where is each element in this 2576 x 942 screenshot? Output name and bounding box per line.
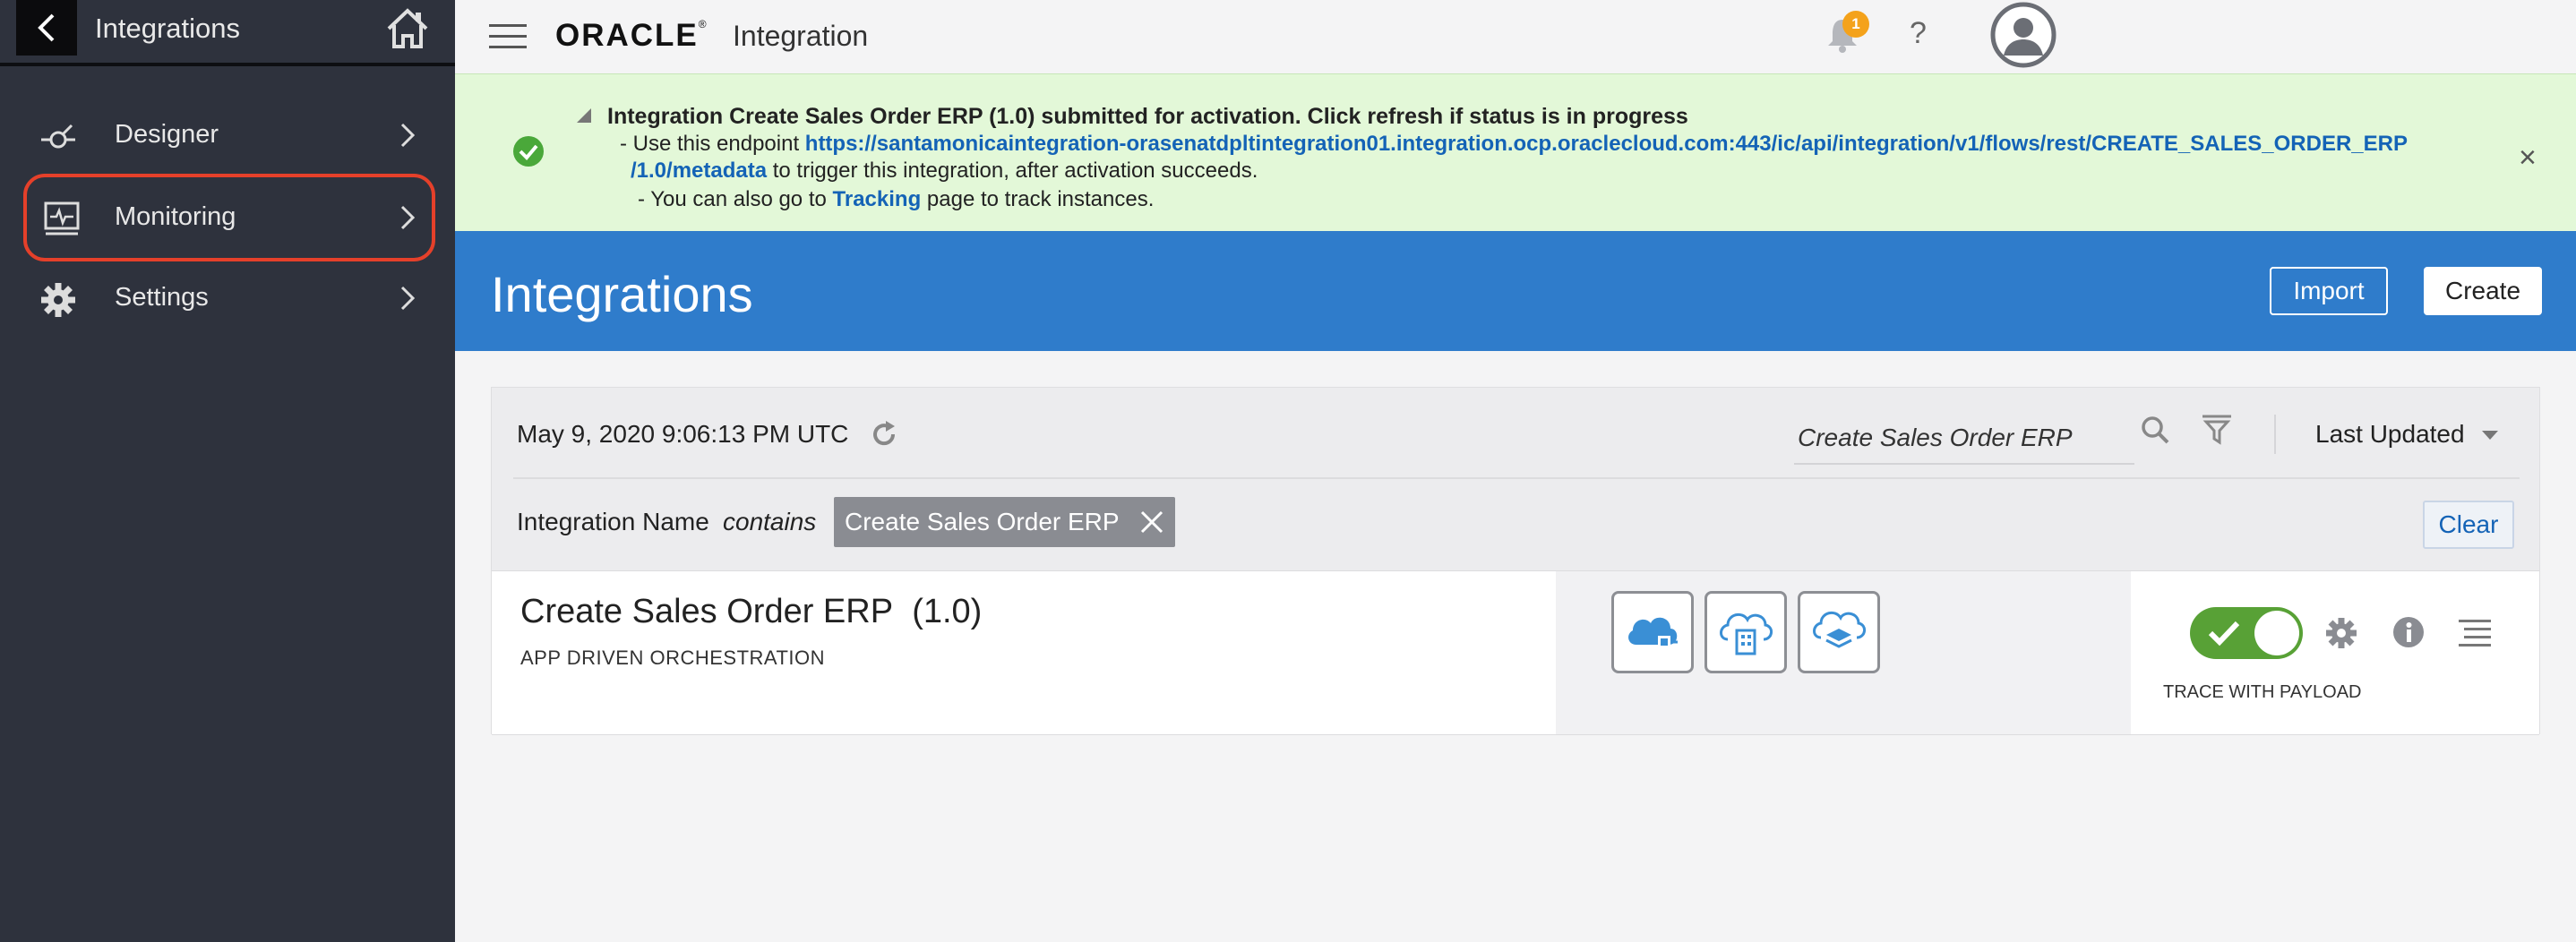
sidebar-item-label: Settings (115, 283, 209, 312)
integration-version: (1.0) (912, 593, 983, 630)
user-avatar-icon[interactable] (1990, 2, 2057, 68)
cloud-layers-icon (1813, 611, 1866, 648)
clear-filters-button[interactable]: Clear (2423, 501, 2514, 549)
success-check-icon (513, 136, 544, 167)
search-icon[interactable] (2140, 415, 2170, 445)
integration-pattern: APP DRIVEN ORCHESTRATION (520, 647, 826, 669)
banner-endpoint-line: - Use this endpoint https://santamonicai… (620, 132, 2408, 156)
divider (513, 477, 2520, 479)
integration-name[interactable]: Create Sales Order ERP (1.0) (520, 593, 982, 631)
tracking-link[interactable]: Tracking (833, 187, 922, 211)
close-icon[interactable] (1139, 510, 1164, 535)
gear-icon (41, 283, 75, 317)
integration-row[interactable]: Create Sales Order ERP (1.0) APP DRIVEN … (492, 570, 2539, 735)
sidebar-title: Integrations (95, 13, 240, 44)
caret-down-icon[interactable] (2480, 429, 2500, 441)
navigation-sidebar: Integrations Designer Monitoring Setting… (0, 0, 455, 942)
connection-erp[interactable] (1704, 591, 1787, 673)
gear-icon[interactable] (2324, 616, 2358, 650)
banner-message: Integration Create Sales Order ERP (1.0)… (607, 104, 1688, 129)
create-button[interactable]: Create (2424, 267, 2542, 315)
product-name: Integration (733, 20, 869, 52)
actions-menu-icon[interactable] (2459, 620, 2491, 647)
toggle-knob (2254, 611, 2299, 655)
connection-storage[interactable] (1798, 591, 1880, 673)
filter-chip: Create Sales Order ERP (834, 497, 1175, 547)
chevron-right-icon (400, 286, 416, 311)
sidebar-item-label: Monitoring (115, 202, 236, 231)
sidebar-item-settings[interactable]: Settings (25, 263, 434, 335)
hamburger-menu-icon[interactable] (489, 24, 527, 49)
top-bar: ORACLE® Integration (455, 0, 2576, 73)
banner-tracking-line: - You can also go to Tracking page to tr… (638, 187, 1155, 211)
cloud-building-icon (1720, 612, 1773, 655)
integrations-list-panel: May 9, 2020 9:06:13 PM UTC Create Sales … (491, 387, 2540, 735)
activation-notification-banner: Integration Create Sales Order ERP (1.0)… (455, 73, 2576, 232)
page-header: Integrations Import Create (455, 231, 2576, 351)
endpoint-link[interactable]: https://santamonicaintegration-orasenatd… (805, 132, 2408, 156)
sidebar-item-label: Designer (115, 120, 219, 149)
sort-dropdown[interactable]: Last Updated (2315, 420, 2465, 449)
toolbar-divider (2274, 415, 2276, 454)
cloud-plug-icon (1628, 617, 1678, 648)
chevron-right-icon (400, 205, 416, 230)
filter-icon[interactable] (2201, 413, 2233, 445)
chevron-left-icon (38, 13, 55, 42)
filter-field-label: Integration Name (517, 508, 709, 535)
info-icon[interactable] (2392, 616, 2425, 648)
collapse-triangle-icon[interactable] (575, 107, 593, 124)
endpoint-link-continued[interactable]: /1.0/metadata (631, 158, 767, 183)
home-icon (387, 8, 428, 48)
page-title: Integrations (491, 266, 753, 322)
monitoring-icon (44, 201, 80, 236)
close-banner-button[interactable]: × (2519, 141, 2537, 176)
filter-chip-label: Create Sales Order ERP (845, 508, 1120, 535)
sidebar-item-monitoring[interactable]: Monitoring (23, 174, 435, 261)
chevron-right-icon (400, 123, 416, 148)
import-button[interactable]: Import (2270, 267, 2388, 315)
search-input[interactable]: Create Sales Order ERP (1794, 407, 2134, 465)
refresh-icon[interactable] (868, 418, 900, 450)
back-button[interactable] (16, 0, 77, 56)
home-button[interactable] (385, 7, 430, 55)
trace-level-label: TRACE WITH PAYLOAD (2163, 682, 2362, 702)
help-button[interactable]: ? (1910, 16, 1927, 51)
sidebar-header: Integrations (0, 0, 455, 66)
designer-icon (41, 124, 75, 149)
connection-rest-trigger[interactable] (1611, 591, 1694, 673)
notification-badge: 1 (1842, 11, 1869, 38)
check-icon (2208, 621, 2240, 647)
last-refresh-timestamp: May 9, 2020 9:06:13 PM UTC (517, 420, 849, 448)
filter-operator: contains (723, 508, 817, 535)
oracle-logo: ORACLE® (555, 18, 708, 53)
activation-toggle[interactable] (2190, 607, 2303, 659)
sidebar-item-designer[interactable]: Designer (25, 100, 434, 172)
banner-endpoint-line-2: /1.0/metadata to trigger this integratio… (631, 158, 1258, 183)
